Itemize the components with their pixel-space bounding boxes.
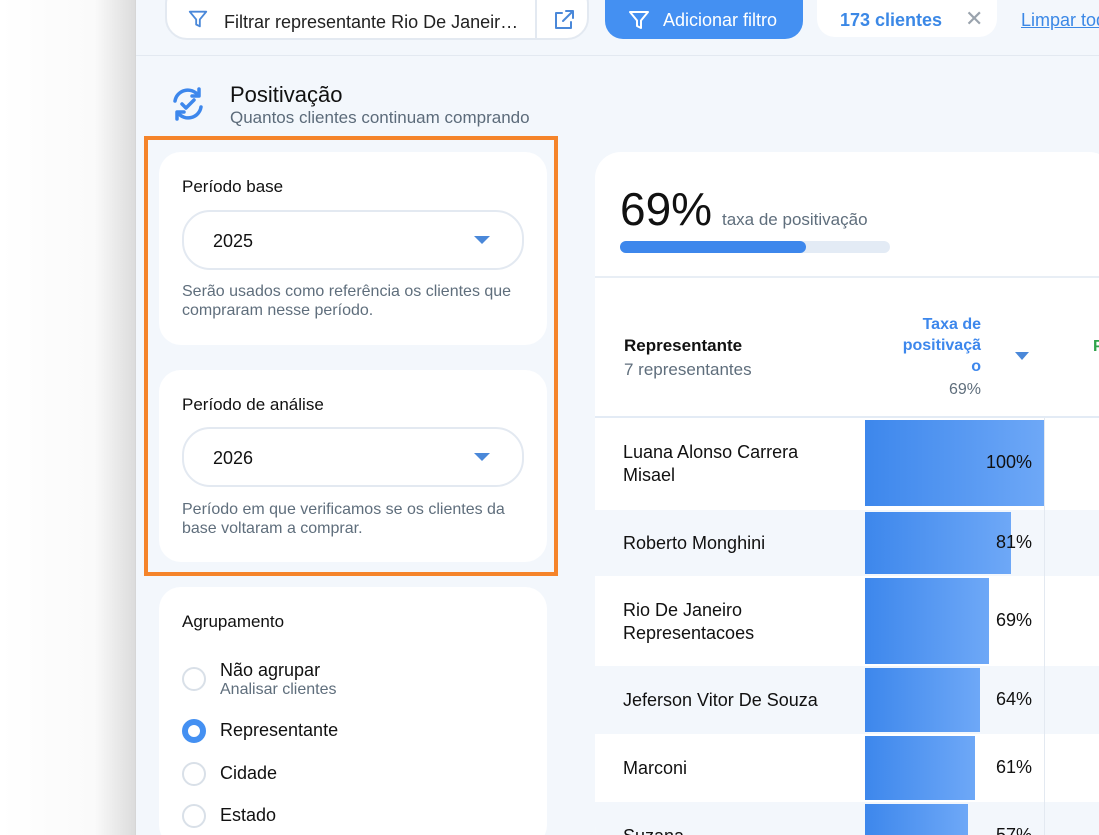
rate-bar <box>865 804 968 835</box>
representative-name: Rio De Janeiro Representacoes <box>623 600 755 643</box>
section-title: Positivação <box>230 82 343 107</box>
highlight-annotation <box>144 136 558 576</box>
header-line: Taxa de <box>922 316 981 333</box>
rate-value: 100% <box>985 452 1032 472</box>
sort-desc-icon[interactable] <box>1015 352 1029 360</box>
radio-button-checked[interactable] <box>182 719 206 743</box>
rate-progress-bar <box>620 241 890 253</box>
radio-button[interactable] <box>182 667 206 691</box>
divider <box>595 276 1099 278</box>
radio-label: Cidade <box>220 763 278 783</box>
radio-button[interactable] <box>182 762 206 786</box>
column-header-rate[interactable]: Taxa de positivaçã o <box>885 314 981 377</box>
filter-bar: Filtrar representante Rio De Janeiro… Ad… <box>136 0 1099 56</box>
column-divider <box>1044 418 1045 835</box>
column-header-representante[interactable]: Representante <box>624 336 742 356</box>
table-row[interactable]: Rio De Janeiro Representacoes 69% <box>595 576 1099 666</box>
representative-filter[interactable]: Filtrar representante Rio De Janeiro… <box>165 0 589 40</box>
open-external-button[interactable] <box>535 0 587 38</box>
header-line: positivaçã <box>902 337 981 354</box>
rate-value: 81% <box>995 532 1032 552</box>
add-filter-button[interactable]: Adicionar filtro <box>605 0 803 39</box>
table-row[interactable]: Suzana 57% <box>595 802 1099 835</box>
rate-progress-fill <box>620 241 806 253</box>
representative-name: Jeferson Vitor De Souza <box>623 690 818 710</box>
radio-label: Não agrupar <box>220 660 321 680</box>
refresh-check-icon <box>173 87 203 121</box>
rate-value: 61% <box>995 757 1032 777</box>
positivacao-panel: Filtrar representante Rio De Janeiro… Ad… <box>135 0 1099 835</box>
external-link-icon <box>555 10 574 29</box>
rate-bar <box>865 668 980 732</box>
radio-button[interactable] <box>182 804 206 828</box>
positivation-rate: 69% <box>620 183 713 235</box>
grouping-label: Agrupamento <box>182 612 285 631</box>
rate-value: 57% <box>995 825 1032 835</box>
header-line: o <box>971 358 981 375</box>
funnel-icon <box>629 11 649 29</box>
table-row[interactable]: Marconi 61% <box>595 734 1099 802</box>
radio-label: Representante <box>220 720 339 740</box>
clear-filters-link[interactable]: Limpar tod <box>1021 10 1099 31</box>
rate-bar <box>865 578 989 664</box>
column-header-next[interactable]: P <box>1093 338 1099 356</box>
rate-value: 64% <box>995 689 1032 709</box>
funnel-icon <box>188 10 208 28</box>
background-left <box>0 0 135 835</box>
section-subtitle: Quantos clientes continuam comprando <box>230 108 530 127</box>
table-row[interactable]: Luana Alonso Carrera Misael 100% <box>595 418 1099 508</box>
representative-name: Roberto Monghini <box>623 533 766 553</box>
grouping-card: Agrupamento Não agrupar Analisar cliente… <box>159 587 547 835</box>
radio-sublabel: Analisar clientes <box>220 681 337 698</box>
radio-label: Estado <box>220 805 277 825</box>
clients-count: 173 clientes <box>840 10 943 30</box>
add-filter-label: Adicionar filtro <box>663 10 778 30</box>
rate-bar <box>865 736 975 800</box>
representative-name: Luana Alonso Carrera Misael <box>623 442 799 485</box>
results-card: 69% taxa de positivação Representante 7 … <box>595 152 1099 835</box>
positivation-rate-label: taxa de positivação <box>722 210 868 229</box>
representative-name: Suzana <box>623 825 853 835</box>
table-row[interactable]: Jeferson Vitor De Souza 64% <box>595 666 1099 734</box>
representatives-count: 7 representantes <box>624 360 752 379</box>
clients-count-chip: 173 clientes ✕ <box>817 0 997 37</box>
close-icon[interactable]: ✕ <box>965 6 983 32</box>
rate-value: 69% <box>995 610 1032 630</box>
table-row[interactable]: Roberto Monghini 81% <box>595 510 1099 576</box>
filter-text: Filtrar representante Rio De Janeiro… <box>224 12 524 32</box>
column-rate-total: 69% <box>948 381 981 398</box>
representative-name: Marconi <box>623 758 688 778</box>
